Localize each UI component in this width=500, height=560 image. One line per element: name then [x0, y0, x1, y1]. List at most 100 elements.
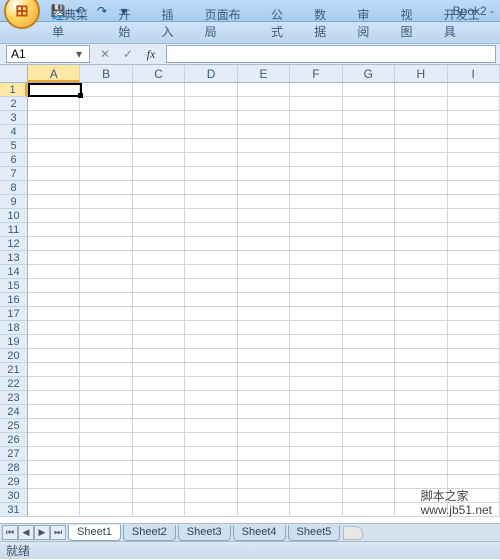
cell[interactable]: [238, 265, 290, 279]
cell[interactable]: [238, 391, 290, 405]
cell[interactable]: [448, 167, 500, 181]
cell[interactable]: [343, 237, 395, 251]
cell[interactable]: [133, 489, 185, 503]
cell[interactable]: [28, 307, 80, 321]
cell[interactable]: [290, 503, 342, 517]
cell[interactable]: [133, 195, 185, 209]
cell[interactable]: [343, 489, 395, 503]
row-header[interactable]: 29: [0, 475, 27, 489]
tab-review[interactable]: 审阅: [347, 3, 390, 43]
cell[interactable]: [185, 335, 237, 349]
cell[interactable]: [133, 223, 185, 237]
cell[interactable]: [343, 279, 395, 293]
row-header[interactable]: 21: [0, 363, 27, 377]
cell[interactable]: [290, 335, 342, 349]
cell[interactable]: [133, 335, 185, 349]
cell[interactable]: [28, 167, 80, 181]
cell[interactable]: [28, 111, 80, 125]
cell[interactable]: [290, 489, 342, 503]
cell[interactable]: [28, 475, 80, 489]
column-header[interactable]: E: [238, 65, 290, 82]
cell[interactable]: [290, 223, 342, 237]
cancel-icon[interactable]: ✕: [94, 45, 116, 63]
cell[interactable]: [290, 433, 342, 447]
row-header[interactable]: 4: [0, 125, 27, 139]
cell[interactable]: [343, 321, 395, 335]
cell[interactable]: [185, 503, 237, 517]
cell[interactable]: [290, 307, 342, 321]
row-header[interactable]: 31: [0, 503, 27, 517]
cell[interactable]: [343, 167, 395, 181]
cell[interactable]: [343, 475, 395, 489]
first-sheet-button[interactable]: ⏮: [2, 525, 18, 540]
cell[interactable]: [343, 391, 395, 405]
cell[interactable]: [238, 83, 290, 97]
cell[interactable]: [238, 363, 290, 377]
cell[interactable]: [133, 419, 185, 433]
cell[interactable]: [238, 321, 290, 335]
row-header[interactable]: 2: [0, 97, 27, 111]
cell[interactable]: [185, 475, 237, 489]
row-header[interactable]: 26: [0, 433, 27, 447]
cell[interactable]: [28, 405, 80, 419]
column-header[interactable]: A: [28, 65, 80, 82]
cell[interactable]: [133, 111, 185, 125]
cell[interactable]: [448, 503, 500, 517]
cell[interactable]: [395, 433, 447, 447]
cell[interactable]: [133, 167, 185, 181]
cell[interactable]: [28, 419, 80, 433]
cell[interactable]: [343, 293, 395, 307]
select-all-corner[interactable]: [0, 65, 28, 83]
cell[interactable]: [238, 503, 290, 517]
last-sheet-button[interactable]: ⏭: [50, 525, 66, 540]
row-header[interactable]: 18: [0, 321, 27, 335]
cell[interactable]: [238, 447, 290, 461]
cell[interactable]: [80, 419, 132, 433]
cell[interactable]: [343, 377, 395, 391]
cell[interactable]: [448, 489, 500, 503]
name-box[interactable]: A1 ▾: [6, 45, 90, 63]
cell[interactable]: [185, 293, 237, 307]
cell[interactable]: [185, 167, 237, 181]
cell[interactable]: [238, 97, 290, 111]
cell[interactable]: [448, 447, 500, 461]
cell[interactable]: [395, 125, 447, 139]
cell[interactable]: [238, 195, 290, 209]
cell[interactable]: [185, 349, 237, 363]
cell[interactable]: [28, 391, 80, 405]
cell[interactable]: [343, 181, 395, 195]
cell[interactable]: [448, 237, 500, 251]
cell[interactable]: [133, 125, 185, 139]
row-header[interactable]: 30: [0, 489, 27, 503]
cell[interactable]: [80, 489, 132, 503]
column-header[interactable]: G: [343, 65, 395, 82]
cell[interactable]: [80, 433, 132, 447]
cell[interactable]: [238, 461, 290, 475]
cell[interactable]: [290, 139, 342, 153]
row-header[interactable]: 11: [0, 223, 27, 237]
cell[interactable]: [343, 125, 395, 139]
cell[interactable]: [185, 251, 237, 265]
new-sheet-button[interactable]: [343, 526, 363, 540]
cell[interactable]: [343, 307, 395, 321]
cell[interactable]: [185, 181, 237, 195]
cell[interactable]: [448, 251, 500, 265]
cell[interactable]: [290, 419, 342, 433]
cell[interactable]: [133, 433, 185, 447]
cell[interactable]: [448, 279, 500, 293]
cell[interactable]: [343, 111, 395, 125]
cell[interactable]: [343, 97, 395, 111]
row-header[interactable]: 1: [0, 83, 27, 97]
row-header[interactable]: 27: [0, 447, 27, 461]
cell[interactable]: [395, 363, 447, 377]
cell[interactable]: [133, 237, 185, 251]
cell[interactable]: [28, 237, 80, 251]
cell[interactable]: [80, 279, 132, 293]
cell[interactable]: [238, 419, 290, 433]
cell[interactable]: [290, 125, 342, 139]
cell[interactable]: [80, 125, 132, 139]
cell[interactable]: [238, 167, 290, 181]
cell[interactable]: [395, 419, 447, 433]
cell[interactable]: [448, 307, 500, 321]
cell[interactable]: [448, 83, 500, 97]
